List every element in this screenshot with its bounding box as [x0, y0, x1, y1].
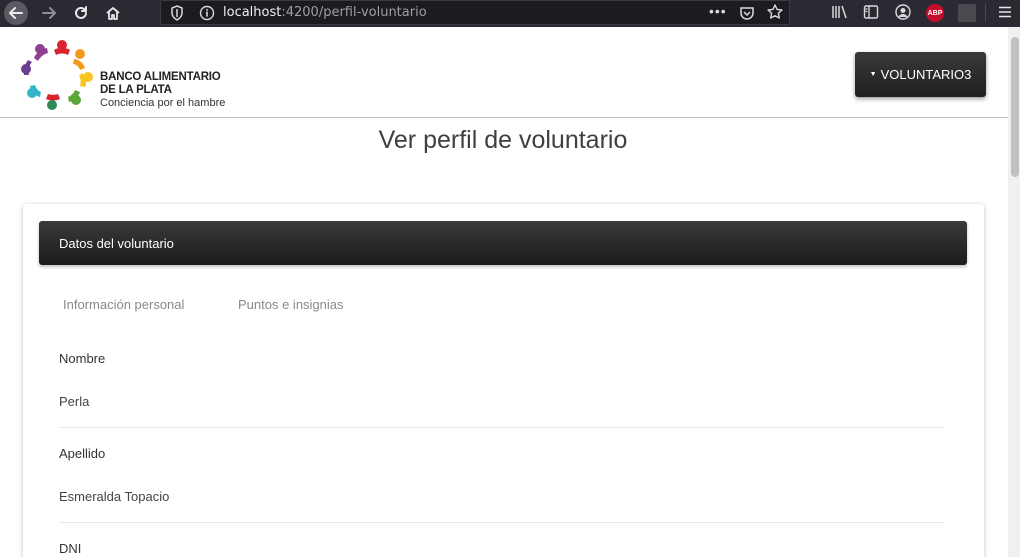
url-path: :4200/perfil-voluntario — [281, 5, 427, 20]
address-bar[interactable]: localhost:4200/perfil-voluntario ••• — [160, 0, 790, 25]
tab-points-badges[interactable]: Puntos e insignias — [238, 297, 344, 312]
tracking-shield-icon[interactable] — [169, 4, 185, 22]
field-value-nombre: Perla — [59, 394, 90, 409]
brand-name-line2: DE LA PLATA — [100, 84, 172, 96]
toolbar-separator — [985, 4, 986, 22]
home-icon[interactable] — [101, 1, 125, 25]
extension-icon[interactable] — [958, 4, 976, 22]
user-menu-label: VOLUNTARIO3 — [880, 67, 972, 82]
brand-block: BANCO ALIMENTARIO DE LA PLATA Conciencia… — [100, 71, 225, 110]
library-icon[interactable] — [830, 3, 848, 21]
chevron-down-icon: ▼ — [869, 71, 877, 78]
field-divider — [59, 427, 944, 428]
bookmark-star-icon[interactable] — [766, 3, 784, 21]
app-header: BANCO ALIMENTARIO DE LA PLATA Conciencia… — [0, 27, 1008, 118]
pocket-icon[interactable] — [739, 5, 755, 21]
page-actions-icon[interactable]: ••• — [709, 3, 727, 19]
url-text[interactable]: localhost:4200/perfil-voluntario — [223, 5, 427, 20]
sidebar-icon[interactable] — [862, 3, 880, 21]
reload-icon[interactable] — [69, 1, 93, 25]
field-label-apellido: Apellido — [59, 446, 106, 461]
user-menu-button[interactable]: ▼ VOLUNTARIO3 — [855, 52, 986, 97]
tab-personal-info[interactable]: Información personal — [63, 297, 184, 312]
field-label-nombre: Nombre — [59, 351, 106, 366]
field-label-dni: DNI — [59, 541, 82, 556]
brand-tagline: Conciencia por el hambre — [100, 97, 226, 109]
site-info-icon[interactable] — [199, 4, 215, 22]
brand-name-line1: BANCO ALIMENTARIO — [100, 71, 221, 83]
forward-icon[interactable] — [37, 1, 61, 25]
page-scrollbar-thumb[interactable] — [1011, 37, 1019, 177]
account-icon[interactable] — [894, 3, 912, 21]
volunteer-profile-card: Datos del voluntario Información persona… — [23, 204, 984, 557]
url-host: localhost — [223, 5, 282, 20]
adblock-plus-icon[interactable]: ABP — [926, 4, 944, 22]
card-header: Datos del voluntario — [39, 221, 967, 265]
card-header-title: Datos del voluntario — [59, 235, 174, 251]
field-value-apellido: Esmeralda Topacio — [59, 489, 170, 504]
browser-toolbar: localhost:4200/perfil-voluntario ••• ABP — [0, 0, 1020, 27]
back-icon[interactable] — [4, 1, 28, 25]
field-divider — [59, 522, 944, 523]
banco-alimentario-logo[interactable] — [18, 37, 100, 113]
page-title: Ver perfil de voluntario — [378, 126, 628, 154]
hamburger-menu-icon[interactable] — [998, 5, 1012, 19]
